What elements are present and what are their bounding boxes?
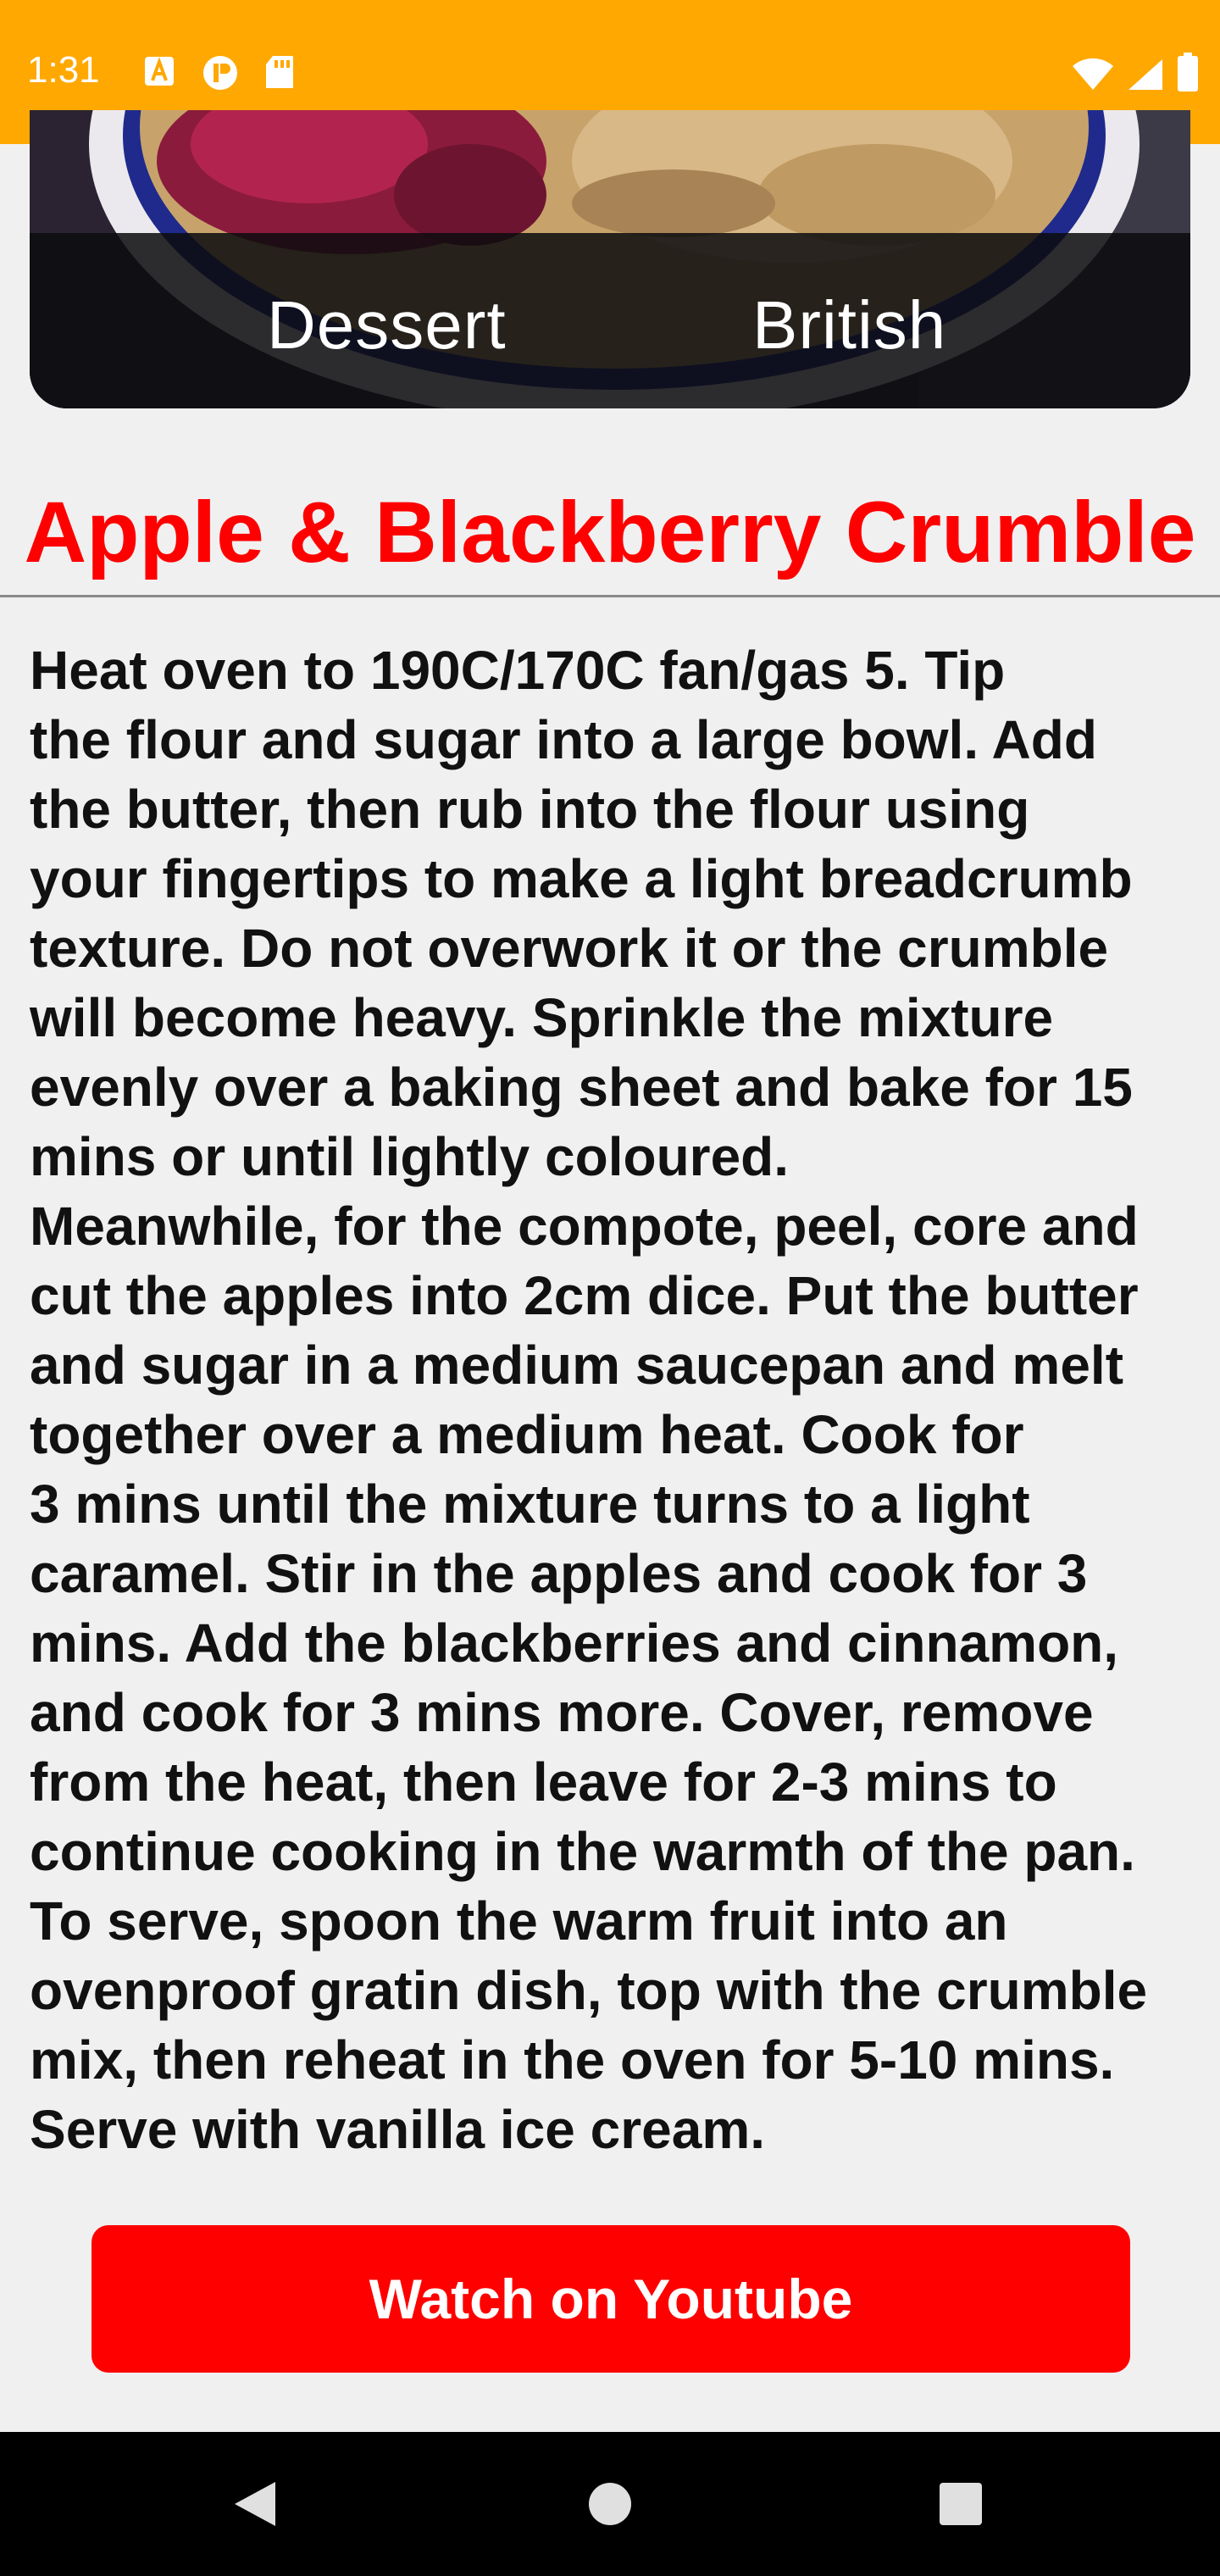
system-icons	[1071, 53, 1200, 92]
category-tag: Dessert	[267, 287, 507, 363]
home-icon[interactable]	[587, 2481, 633, 2527]
tag-overlay	[30, 233, 1190, 408]
p-icon	[203, 56, 237, 90]
status-time: 1:31	[27, 49, 100, 91]
recipe-title: Apple & Blackberry Crumble	[24, 484, 1196, 580]
watch-youtube-button[interactable]: Watch on Youtube	[92, 2225, 1130, 2373]
signal-icon	[1128, 59, 1162, 90]
notification-icons	[142, 54, 295, 92]
area-tag: British	[752, 287, 947, 363]
navigation-bar	[0, 2432, 1220, 2576]
recipe-thumbnail: Dessert British	[30, 110, 1190, 408]
a-icon	[145, 57, 174, 86]
recipe-instructions: Heat oven to 190C/170C fan/gas 5. Tip th…	[30, 640, 1148, 2160]
battery-icon	[1178, 53, 1198, 92]
divider	[0, 595, 1220, 597]
recents-icon[interactable]	[938, 2481, 984, 2527]
wifi-icon	[1073, 58, 1113, 90]
sd-card-icon	[266, 56, 293, 88]
back-icon[interactable]	[231, 2479, 279, 2529]
